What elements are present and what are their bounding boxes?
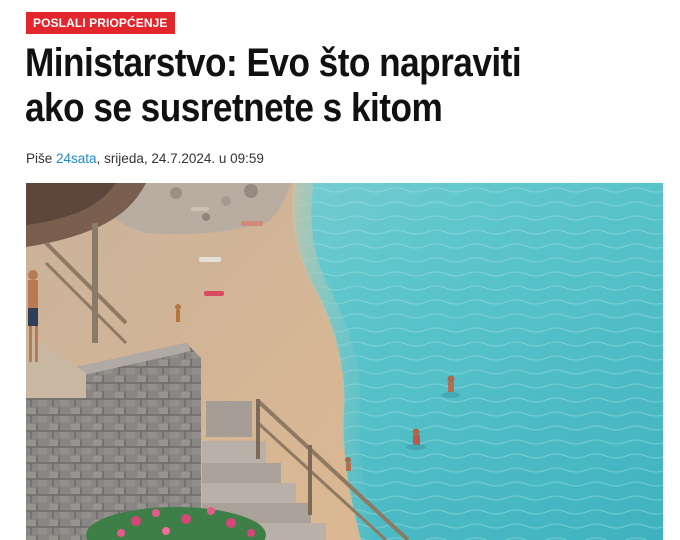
article-byline: Piše 24sata, srijeda, 24.7.2024. u 09:59 <box>26 150 264 168</box>
author-link[interactable]: 24sata <box>56 151 97 166</box>
byline-prefix: Piše <box>26 151 57 166</box>
byline-date: , srijeda, 24.7.2024. u 09:59 <box>96 151 264 166</box>
category-badge[interactable]: POSLALI PRIOPĆENJE <box>26 12 175 34</box>
article-title: Ministarstvo: Evo što napraviti ako se s… <box>25 41 522 130</box>
beach-photo-icon <box>26 183 663 540</box>
article-photo[interactable] <box>26 183 663 540</box>
